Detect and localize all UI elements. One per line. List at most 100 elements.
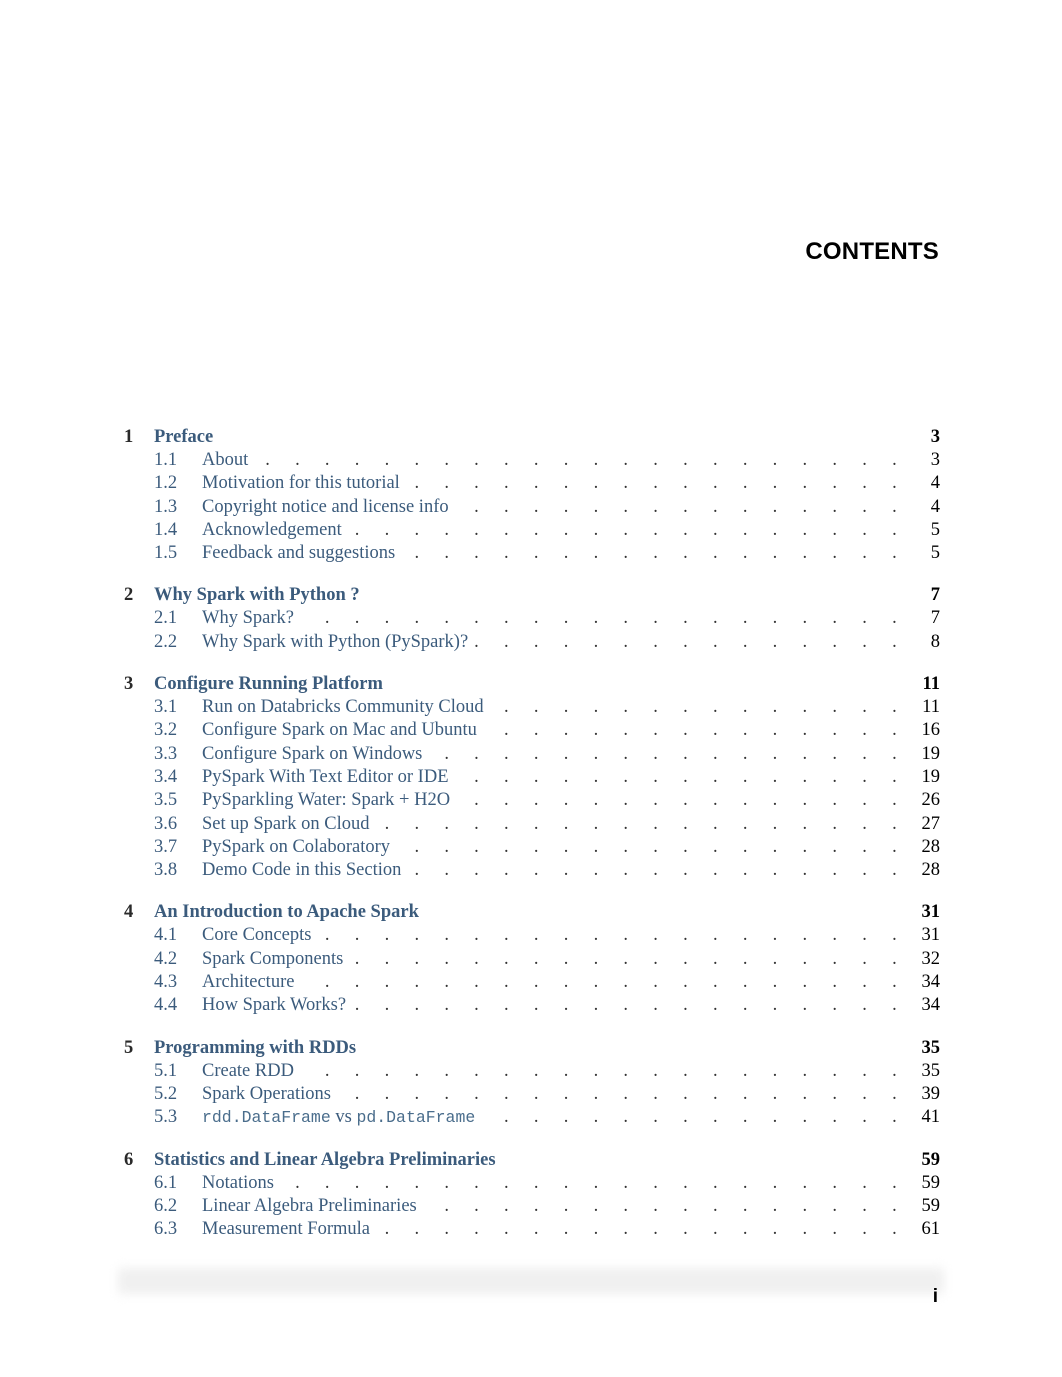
section-title[interactable]: rdd.DataFrame vs pd.DataFrame — [202, 1106, 482, 1130]
toc-section-link[interactable]: 6.2 Linear Algebra Preliminaries . . . . … — [124, 1194, 941, 1219]
chapter-title[interactable]: An Introduction to Apache Spark — [154, 901, 419, 924]
section-title[interactable]: Spark Components — [202, 947, 350, 972]
section-title[interactable]: Notations — [202, 1171, 280, 1195]
section-page[interactable]: 5 — [931, 542, 940, 565]
section-title[interactable]: Why Spark? — [202, 607, 300, 631]
toc-section-link[interactable]: 2.2 Why Spark with Python (PySpark)? . . … — [124, 630, 940, 655]
dot-leader: . . . . . . . . . . . . . . . . . . . . … — [254, 450, 907, 470]
toc-section-link[interactable]: 4.1 Core Concepts . . . . . . . . . . . .… — [124, 924, 941, 948]
section-page[interactable]: 8 — [931, 631, 940, 654]
chapter-page[interactable]: 35 — [922, 1037, 941, 1060]
section-page[interactable]: 27 — [922, 813, 941, 836]
section-title[interactable]: Architecture — [202, 971, 301, 995]
toc-section-link[interactable]: 3.5 PySparkling Water: Spark + H2O . . . … — [124, 789, 941, 813]
toc-chapter-link[interactable]: 3 Configure Running Platform 11 — [124, 673, 940, 696]
dot-leader: . . . . . . . . . . . . . . . . . . . . … — [300, 608, 907, 629]
section-title[interactable]: Configure Spark on Mac and Ubuntu — [202, 719, 483, 743]
section-page[interactable]: 4 — [931, 472, 940, 495]
section-page[interactable]: 26 — [922, 789, 941, 812]
toc-section-link[interactable]: 3.3 Configure Spark on Windows . . . . . … — [124, 742, 941, 766]
section-title[interactable]: Acknowledgement — [202, 518, 348, 543]
toc-section-link[interactable]: 1.4 Acknowledgement . . . . . . . . . . .… — [124, 518, 940, 543]
section-title[interactable]: Configure Spark on Windows — [202, 742, 429, 766]
section-title[interactable]: Measurement Formula — [202, 1218, 376, 1242]
section-title[interactable]: About — [202, 449, 255, 473]
toc-section-link[interactable]: 6.3 Measurement Formula . . . . . . . . .… — [124, 1218, 941, 1242]
chapter-title[interactable]: Statistics and Linear Algebra Preliminar… — [154, 1149, 496, 1172]
toc-section-link[interactable]: 4.3 Architecture . . . . . . . . . . . . … — [124, 971, 941, 995]
toc-section-link[interactable]: 3.7 PySpark on Colaboratory . . . . . . .… — [124, 835, 941, 860]
section-title[interactable]: Core Concepts — [202, 924, 318, 948]
section-title[interactable]: Why Spark with Python (PySpark)? — [202, 630, 475, 655]
toc-section-link[interactable]: 1.3 Copyright notice and license info . .… — [124, 495, 940, 519]
toc-chapter-link[interactable]: 4 An Introduction to Apache Spark 31 — [124, 901, 940, 924]
toc-section-link[interactable]: 5.1 Create RDD . . . . . . . . . . . . . … — [124, 1059, 941, 1083]
section-page[interactable]: 32 — [922, 948, 941, 971]
toc-section-link[interactable]: 5.2 Spark Operations . . . . . . . . . . … — [124, 1082, 941, 1107]
toc-section-link[interactable]: 1.5 Feedback and suggestions . . . . . . … — [124, 542, 940, 566]
section-title[interactable]: Set up Spark on Cloud — [202, 812, 376, 836]
section-title[interactable]: PySpark With Text Editor or IDE — [202, 765, 455, 790]
section-page[interactable]: 28 — [922, 836, 941, 859]
toc-section-link[interactable]: 1.1 About . . . . . . . . . . . . . . . .… — [124, 449, 940, 473]
section-title[interactable]: Copyright notice and license info — [202, 495, 455, 519]
toc-section-link[interactable]: 5.3 rdd.DataFrame vs pd.DataFrame . . . .… — [124, 1106, 941, 1130]
section-page[interactable]: 34 — [922, 971, 941, 994]
section-page[interactable]: 28 — [922, 859, 941, 882]
toc-section-link[interactable]: 4.2 Spark Components . . . . . . . . . . … — [124, 947, 941, 972]
section-page[interactable]: 41 — [922, 1106, 941, 1129]
section-page[interactable]: 59 — [922, 1172, 941, 1195]
dot-leader: . . . . . . . . . . . . . . . . . . . . … — [455, 766, 907, 787]
toc-section-link[interactable]: 1.2 Motivation for this tutorial . . . . … — [124, 472, 940, 496]
section-page[interactable]: 16 — [922, 719, 941, 742]
chapter-page[interactable]: 59 — [922, 1149, 941, 1172]
toc-chapter-link[interactable]: 2 Why Spark with Python ? 7 — [124, 584, 940, 607]
toc-section-link[interactable]: 3.8 Demo Code in this Section . . . . . .… — [124, 859, 941, 883]
chapter-page[interactable]: 11 — [923, 673, 940, 696]
toc-chapter-link[interactable]: 6 Statistics and Linear Algebra Prelimina… — [124, 1149, 940, 1172]
section-title[interactable]: Create RDD — [202, 1059, 300, 1083]
section-page[interactable]: 4 — [931, 496, 940, 519]
toc-section-link[interactable]: 3.6 Set up Spark on Cloud . . . . . . . .… — [124, 812, 941, 836]
toc-section-link[interactable]: 3.2 Configure Spark on Mac and Ubuntu . .… — [124, 719, 941, 743]
section-title[interactable]: PySparkling Water: Spark + H2O — [202, 789, 457, 813]
toc-section-link[interactable]: 4.4 How Spark Works? . . . . . . . . . . … — [124, 994, 941, 1018]
section-title[interactable]: Run on Databricks Community Cloud — [202, 696, 490, 720]
toc-section-link[interactable]: 6.1 Notations . . . . . . . . . . . . . .… — [124, 1171, 941, 1195]
section-title[interactable]: Feedback and suggestions — [202, 542, 402, 566]
dot-leader: . . . . . . . . . . . . . . . . . . . . … — [300, 972, 907, 993]
section-page[interactable]: 61 — [922, 1218, 941, 1241]
toc-chapter-link[interactable]: 5 Programming with RDDs 35 — [124, 1037, 940, 1060]
chapter-page[interactable]: 31 — [922, 901, 941, 924]
section-page[interactable]: 35 — [922, 1060, 941, 1083]
section-title[interactable]: How Spark Works? — [202, 994, 353, 1018]
toc-section-link[interactable]: 3.4 PySpark With Text Editor or IDE . . .… — [124, 765, 941, 790]
section-page[interactable]: 31 — [922, 924, 941, 947]
chapter-page[interactable]: 3 — [931, 426, 940, 449]
section-page[interactable]: 34 — [922, 994, 941, 1017]
dot-leader: . . . . . . . . . . . . . . . . . . . . … — [300, 1060, 907, 1081]
chapter-title[interactable]: Programming with RDDs — [154, 1037, 356, 1060]
toc-section-link[interactable]: 2.1 Why Spark? . . . . . . . . . . . . . … — [124, 607, 940, 631]
toc-section-link[interactable]: 3.1 Run on Databricks Community Cloud . .… — [124, 696, 940, 720]
chapter-title[interactable]: Preface — [154, 426, 213, 449]
section-title[interactable]: Spark Operations — [202, 1082, 337, 1107]
chapter-page[interactable]: 7 — [931, 584, 940, 607]
section-title[interactable]: PySpark on Colaboratory — [202, 835, 397, 860]
section-page[interactable]: 59 — [922, 1195, 941, 1218]
section-title[interactable]: Demo Code in this Section — [202, 859, 408, 883]
section-page[interactable]: 3 — [931, 449, 940, 472]
section-title[interactable]: Linear Algebra Preliminaries — [202, 1194, 423, 1219]
section-page[interactable]: 5 — [931, 519, 940, 542]
section-page[interactable]: 19 — [922, 766, 941, 789]
dot-leader: . . . . . . . . . . . . . . . . . . . . … — [401, 543, 907, 564]
toc-chapter-link[interactable]: 1 Preface 3 — [124, 426, 940, 449]
section-page[interactable]: 11 — [922, 696, 940, 719]
section-page[interactable]: 19 — [922, 743, 941, 766]
page-title: CONTENTS — [805, 238, 939, 265]
section-page[interactable]: 39 — [922, 1083, 941, 1106]
section-title[interactable]: Motivation for this tutorial — [202, 472, 406, 496]
chapter-title[interactable]: Why Spark with Python ? — [154, 584, 360, 607]
chapter-title[interactable]: Configure Running Platform — [154, 673, 383, 696]
section-page[interactable]: 7 — [931, 607, 940, 630]
